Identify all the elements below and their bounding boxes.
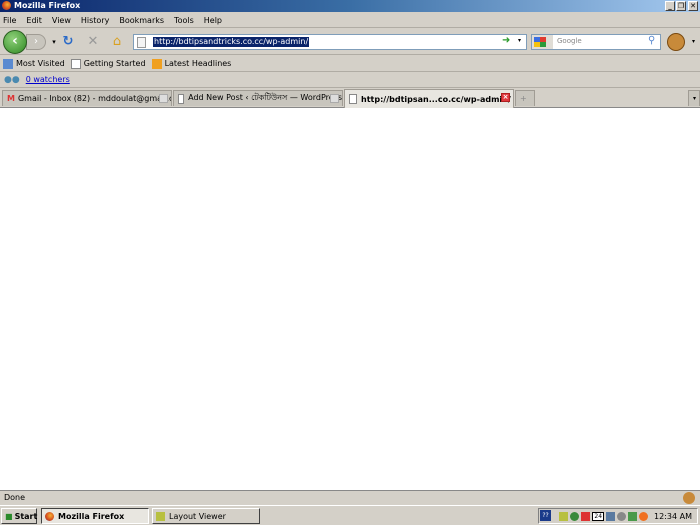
forward-button[interactable]: › — [26, 34, 46, 50]
menu-file[interactable]: File — [3, 16, 16, 25]
tray-app-icon[interactable] — [559, 511, 569, 521]
firefox-icon — [45, 511, 54, 521]
navigation-toolbar: › ‹ ▾ ↻ ✕ ⌂ http://bdtipsandtricks.co.cc… — [0, 29, 700, 55]
menu-history[interactable]: History — [81, 16, 109, 25]
tray-update-icon[interactable] — [628, 511, 638, 521]
tray-shield-icon[interactable] — [581, 511, 591, 521]
tab-wp-admin[interactable]: http://bdtipsan...co.cc/wp-admin/ × — [344, 89, 514, 108]
home-icon[interactable]: ⌂ — [109, 34, 125, 50]
firefox-icon — [2, 1, 11, 10]
tab-list-button[interactable]: ▾ — [688, 90, 700, 106]
folder-icon — [3, 58, 13, 69]
window-title: Mozilla Firefox — [14, 1, 81, 10]
tab-gmail[interactable]: M Gmail - Inbox (82) - mddoulat@gmail.co… — [2, 90, 172, 106]
status-bar: Done — [0, 490, 700, 505]
start-button[interactable]: ■ Start — [1, 508, 37, 524]
bookmark-label: Getting Started — [83, 59, 146, 68]
tray-app2-icon[interactable] — [639, 511, 649, 521]
clock: 12:34 AM — [654, 511, 692, 521]
status-text: Done — [4, 493, 26, 502]
greasemonkey-dropdown-icon[interactable]: ▾ — [692, 38, 695, 45]
page-icon — [178, 93, 185, 104]
tab-close-icon[interactable] — [330, 94, 339, 103]
bookmark-latest-headlines[interactable]: Latest Headlines — [151, 58, 232, 69]
menu-view[interactable]: View — [52, 16, 71, 25]
stop-icon[interactable]: ✕ — [85, 34, 101, 50]
layout-viewer-icon — [156, 511, 165, 521]
tab-close-icon[interactable] — [159, 94, 168, 103]
eyes-icon: ●● — [4, 74, 20, 85]
title-bar: Mozilla Firefox _ ❐ ✕ — [0, 0, 700, 12]
url-dropdown-icon[interactable]: ▾ — [518, 37, 521, 44]
tray-calendar-icon[interactable]: 24 — [592, 511, 605, 521]
tray-network-icon[interactable] — [570, 511, 580, 521]
tray-volume-icon[interactable] — [617, 511, 627, 521]
windows-logo-icon: ■ — [5, 511, 13, 521]
taskbar-label: Layout Viewer — [169, 511, 226, 521]
menu-tools[interactable]: Tools — [174, 16, 194, 25]
close-button[interactable]: ✕ — [688, 1, 698, 11]
menu-edit[interactable]: Edit — [26, 16, 42, 25]
menu-bookmarks[interactable]: Bookmarks — [119, 16, 164, 25]
search-input[interactable]: Google — [557, 37, 582, 45]
tray-connection-icon[interactable] — [606, 511, 616, 521]
bookmark-label: Latest Headlines — [164, 59, 232, 68]
rss-icon — [151, 58, 162, 69]
greasemonkey-status-icon[interactable] — [683, 492, 695, 504]
tab-label: Add New Post ‹ টেকটিউনস — WordPress — [188, 93, 342, 102]
page-content — [0, 108, 700, 490]
maximize-button[interactable]: ❐ — [676, 1, 686, 11]
tab-close-icon[interactable]: × — [501, 93, 510, 102]
google-engine-icon[interactable] — [532, 35, 553, 49]
start-label: Start — [14, 511, 38, 521]
bookmarks-toolbar: Most Visited Getting Started Latest Head… — [0, 56, 700, 72]
go-arrow-icon[interactable]: ➜ — [502, 35, 510, 46]
tab-bar: M Gmail - Inbox (82) - mddoulat@gmail.co… — [0, 88, 700, 108]
greasemonkey-icon[interactable] — [667, 33, 685, 51]
tab-wordpress[interactable]: Add New Post ‹ টেকটিউনস — WordPress — [173, 90, 343, 106]
menu-bar: File Edit View History Bookmarks Tools H… — [0, 13, 700, 28]
tab-label: Gmail - Inbox (82) - mddoulat@gmail.com — [17, 94, 172, 103]
taskbar-firefox[interactable]: Mozilla Firefox — [41, 508, 149, 524]
page-icon — [70, 58, 81, 69]
taskbar: ■ Start Mozilla Firefox Layout Viewer ?? … — [0, 505, 700, 525]
gmail-icon: M — [7, 94, 15, 103]
watchers-toolbar: ●● 0 watchers — [0, 72, 700, 88]
bookmark-label: Most Visited — [16, 59, 65, 68]
search-box[interactable]: Google ⚲ — [531, 34, 661, 50]
page-icon — [137, 37, 146, 48]
watchers-link[interactable]: 0 watchers — [26, 75, 70, 84]
url-bar[interactable]: http://bdtipsandtricks.co.cc/wp-admin/ ➜… — [133, 34, 527, 50]
minimize-button[interactable]: _ — [665, 1, 675, 11]
taskbar-layout-viewer[interactable]: Layout Viewer — [152, 508, 260, 524]
reload-icon[interactable]: ↻ — [60, 34, 76, 50]
back-button[interactable]: ‹ — [3, 30, 27, 54]
new-tab-button[interactable]: + — [515, 90, 535, 106]
search-magnifier-icon[interactable]: ⚲ — [648, 35, 655, 46]
page-icon — [349, 94, 357, 104]
bookmark-getting-started[interactable]: Getting Started — [70, 58, 146, 69]
bookmark-most-visited[interactable]: Most Visited — [3, 58, 65, 69]
system-tray: 24 12:34 AM — [538, 508, 698, 524]
menu-help[interactable]: Help — [204, 16, 222, 25]
tab-label: http://bdtipsan...co.cc/wp-admin/ — [361, 94, 511, 104]
taskbar-label: Mozilla Firefox — [58, 511, 125, 521]
url-input[interactable]: http://bdtipsandtricks.co.cc/wp-admin/ — [153, 37, 310, 47]
